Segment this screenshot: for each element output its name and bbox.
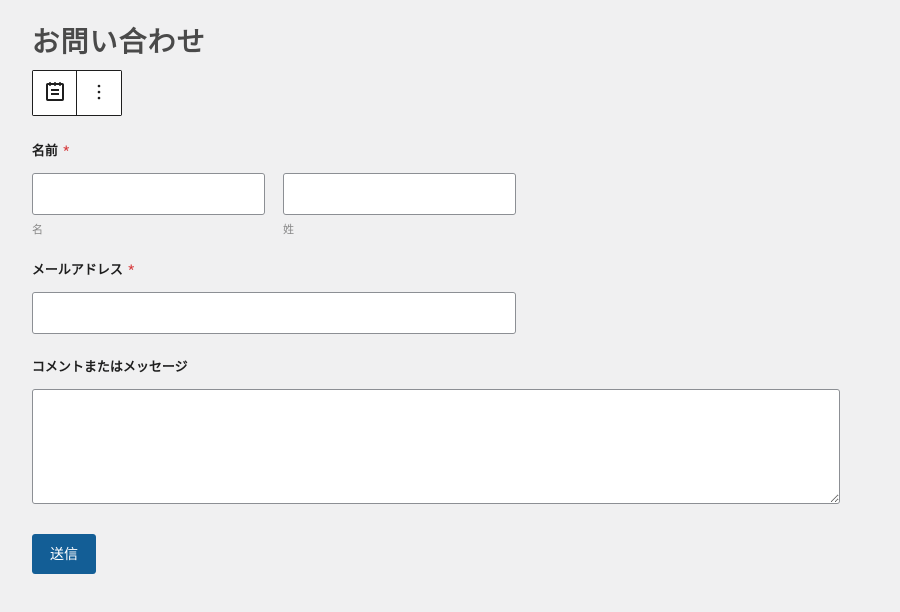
page-title: お問い合わせ <box>32 20 868 60</box>
email-label-text: メールアドレス <box>32 263 123 278</box>
message-label-text: コメントまたはメッセージ <box>32 360 188 375</box>
message-textarea[interactable] <box>32 389 840 504</box>
email-input[interactable] <box>32 292 516 334</box>
first-name-col: 名 <box>32 173 265 237</box>
submit-button[interactable]: 送信 <box>32 534 96 574</box>
required-mark: * <box>128 263 134 278</box>
last-name-input[interactable] <box>283 173 516 215</box>
form-icon <box>43 80 67 107</box>
name-field-group: 名前 * 名 姓 <box>32 140 868 237</box>
block-toolbar <box>32 70 122 116</box>
more-options-button[interactable] <box>77 71 121 115</box>
name-label: 名前 * <box>32 140 868 159</box>
last-name-col: 姓 <box>283 173 516 237</box>
email-label: メールアドレス * <box>32 259 868 278</box>
name-row: 名 姓 <box>32 173 868 237</box>
required-mark: * <box>63 144 69 159</box>
first-name-input[interactable] <box>32 173 265 215</box>
first-name-sublabel: 名 <box>32 221 265 237</box>
more-vertical-icon <box>87 80 111 107</box>
name-label-text: 名前 <box>32 144 58 159</box>
message-field-group: コメントまたはメッセージ <box>32 356 868 508</box>
form-block-button[interactable] <box>33 71 77 115</box>
last-name-sublabel: 姓 <box>283 221 516 237</box>
message-label: コメントまたはメッセージ <box>32 356 868 375</box>
email-field-group: メールアドレス * <box>32 259 868 334</box>
